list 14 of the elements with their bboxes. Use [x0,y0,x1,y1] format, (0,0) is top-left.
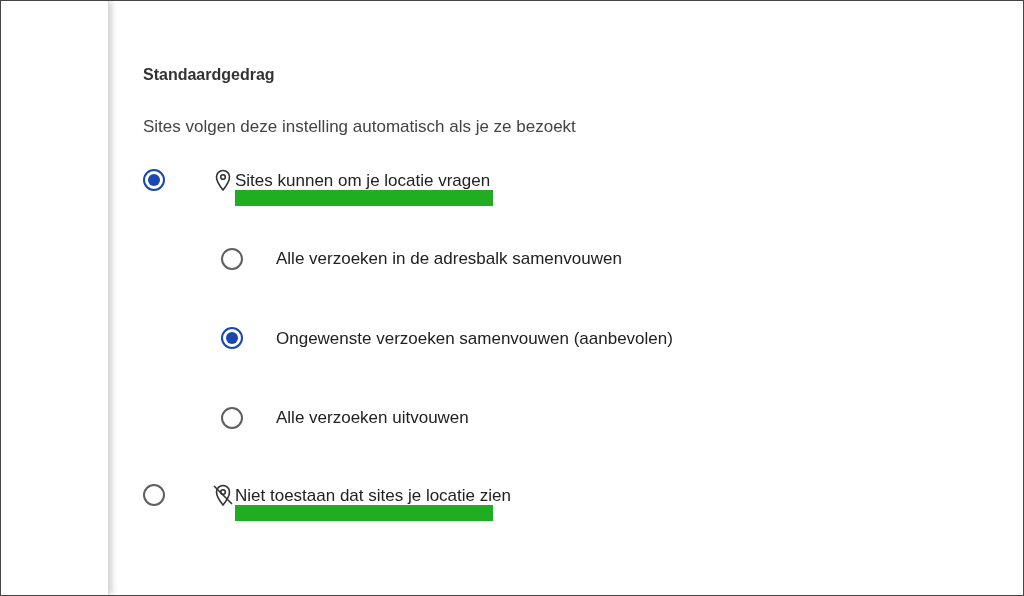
radio-button[interactable] [143,169,165,192]
option-label: Sites kunnen om je locatie vragen [235,169,491,192]
location-off-icon [212,484,234,507]
option-label: Niet toestaan dat sites je locatie zien [235,484,511,507]
radio-button[interactable] [221,406,243,429]
section-title: Standaardgedrag [143,65,276,85]
radio-button[interactable] [221,327,243,350]
radio-button[interactable] [143,484,165,507]
section-description: Sites volgen deze instelling automatisch als je ze bezoekt [143,116,577,138]
option-label: Alle verzoeken in de adresbalk samenvouwen [276,248,622,270]
location-pin-icon [215,169,231,192]
option-label: Ongewenste verzoeken samenvouwen (aanbevolen) [276,327,673,350]
radio-button[interactable] [221,247,243,270]
option-label: Alle verzoeken uitvouwen [276,407,469,429]
